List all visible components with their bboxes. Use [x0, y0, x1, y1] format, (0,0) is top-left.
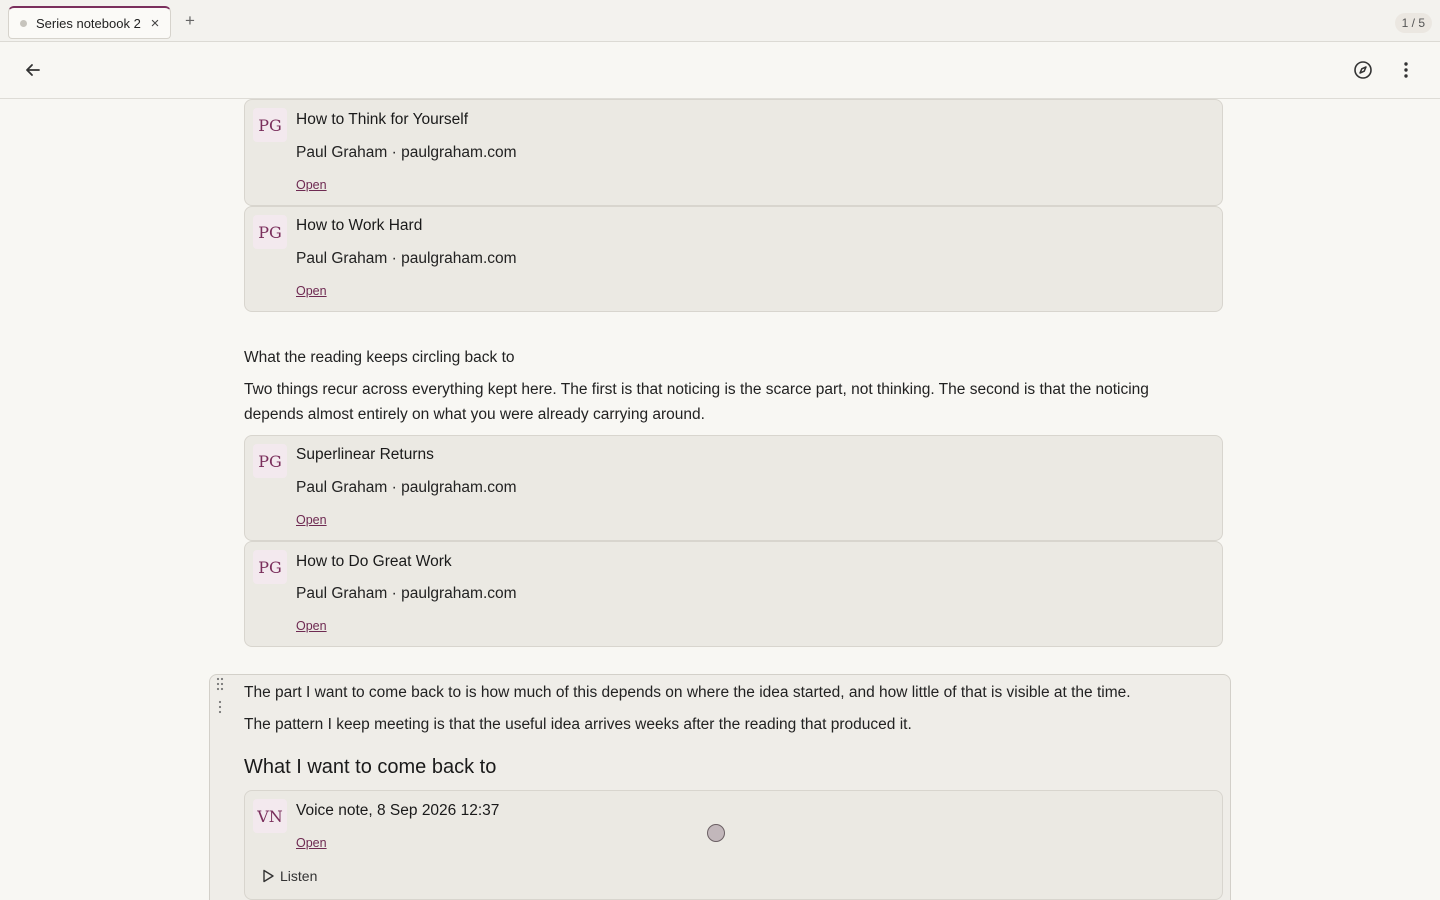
drag-handle-icon[interactable]: [215, 677, 229, 693]
card-title: How to Work Hard: [296, 217, 423, 234]
avatar: PG: [253, 215, 287, 249]
block-heading: What I want to come back to: [244, 756, 497, 778]
card-title: How to Think for Yourself: [296, 111, 469, 128]
tab-bar: Series notebook 2 × + 1 / 5: [0, 0, 1440, 42]
open-link[interactable]: Open: [296, 284, 327, 298]
listen-button[interactable]: Listen: [261, 868, 317, 884]
open-link[interactable]: Open: [296, 178, 327, 192]
avatar: PG: [253, 444, 287, 478]
card-meta: Paul Graham · paulgraham.com: [296, 250, 517, 267]
source-card: PG How to Think for Yourself Paul Graham…: [244, 99, 1223, 206]
tab-series-notebook[interactable]: Series notebook 2 ×: [8, 6, 171, 39]
block-paragraph: The part I want to come back to is how m…: [244, 684, 1131, 701]
card-title: Superlinear Returns: [296, 446, 434, 463]
section-heading: What the reading keeps circling back to: [244, 349, 515, 366]
new-tab-button[interactable]: +: [180, 11, 200, 31]
more-options-button[interactable]: [1390, 54, 1422, 86]
more-vertical-icon: [1404, 62, 1408, 78]
avatar: PG: [253, 550, 287, 584]
notebook-content: PG How to Think for Yourself Paul Graham…: [0, 99, 1440, 900]
card-meta: Paul Graham · paulgraham.com: [296, 585, 517, 602]
card-meta: Paul Graham · paulgraham.com: [296, 144, 517, 161]
play-icon: [263, 869, 274, 883]
open-link[interactable]: Open: [296, 619, 327, 633]
section-body: Two things recur across everything kept …: [244, 381, 1149, 423]
open-link[interactable]: Open: [296, 836, 327, 850]
listen-label: Listen: [280, 868, 318, 884]
tab-title: Series notebook 2: [36, 15, 141, 31]
arrow-left-icon: [26, 64, 40, 76]
source-card: PG How to Work Hard Paul Graham · paulgr…: [244, 206, 1223, 312]
page-count-badge: 1 / 5: [1394, 13, 1432, 33]
tab-close-icon[interactable]: ×: [144, 15, 166, 32]
card-title: Voice note, 8 Sep 2026 12:37: [296, 802, 500, 819]
card-title: How to Do Great Work: [296, 553, 452, 570]
voice-note-card: VN Voice note, 8 Sep 2026 12:37 Open Lis…: [244, 790, 1223, 900]
avatar: PG: [253, 108, 287, 142]
toolbar: [0, 42, 1440, 99]
source-card: PG How to Do Great Work Paul Graham · pa…: [244, 541, 1223, 647]
explore-button[interactable]: [1347, 54, 1379, 86]
open-link[interactable]: Open: [296, 513, 327, 527]
avatar: VN: [253, 799, 287, 833]
block-paragraph: The pattern I keep meeting is that the u…: [244, 716, 912, 733]
pointer-cursor: [707, 824, 725, 842]
compass-icon: [1354, 61, 1372, 79]
tab-status-dot: [20, 19, 27, 27]
source-card: PG Superlinear Returns Paul Graham · pau…: [244, 435, 1223, 541]
card-meta: Paul Graham · paulgraham.com: [296, 479, 517, 496]
block-menu-icon[interactable]: [215, 700, 229, 716]
back-button[interactable]: [17, 54, 49, 86]
